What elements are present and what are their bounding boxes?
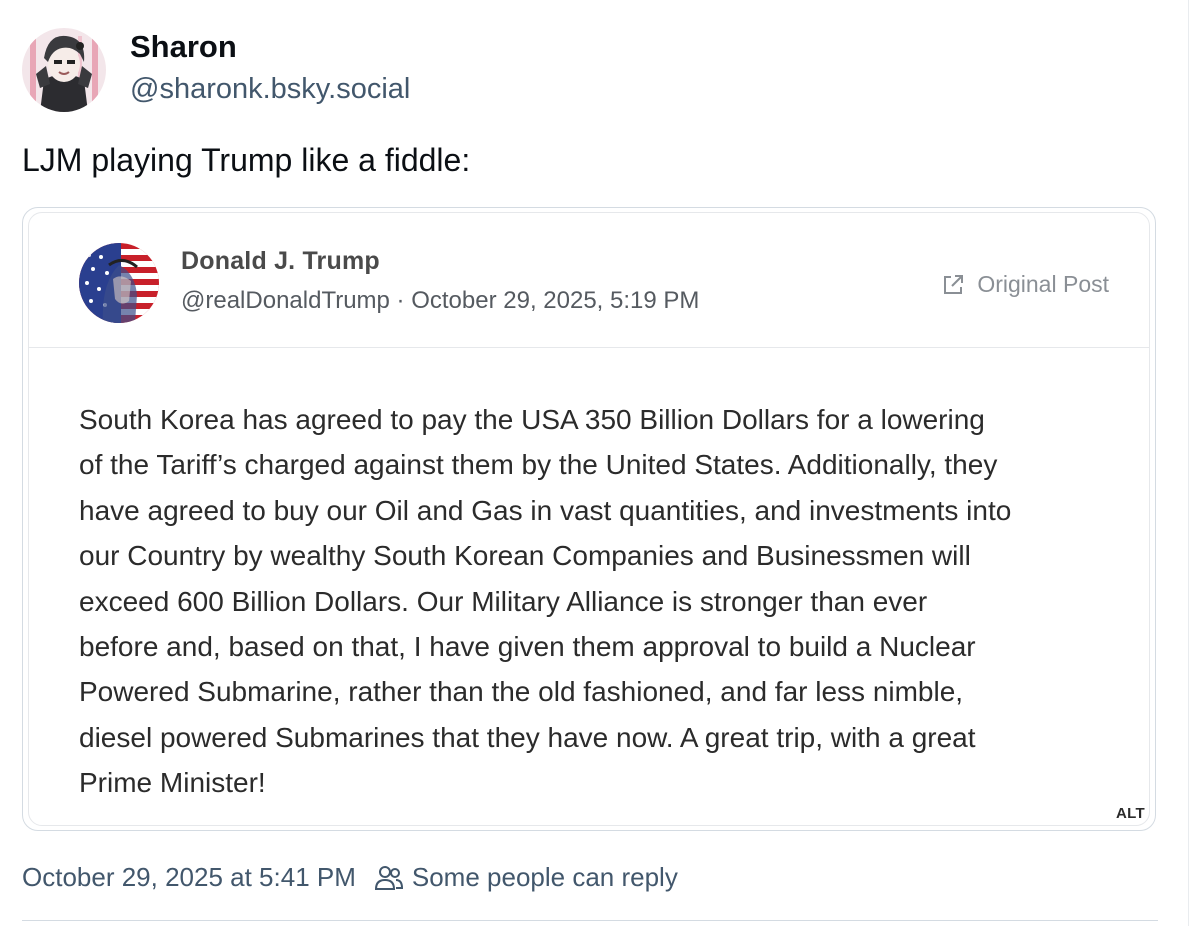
post-page: Sharon @sharonk.bsky.social LJM playing …	[0, 0, 1194, 926]
truth-post-header: Donald J. Trump @realDonaldTrump · Octob…	[29, 213, 1149, 348]
truth-author-meta: @realDonaldTrump · October 29, 2025, 5:1…	[181, 287, 700, 314]
body-line: before and, based on that, I have given …	[79, 631, 976, 663]
alt-text-badge[interactable]: ALT	[1116, 805, 1145, 822]
truth-author-name: Donald J. Trump	[181, 247, 380, 275]
body-line: Prime Minister!	[79, 767, 266, 799]
author-avatar[interactable]	[22, 28, 106, 112]
embedded-image[interactable]: Donald J. Trump @realDonaldTrump · Octob…	[22, 207, 1156, 831]
post-timestamp[interactable]: October 29, 2025 at 5:41 PM	[22, 862, 356, 893]
original-post-link[interactable]: Original Post	[941, 271, 1109, 298]
body-line: Powered Submarine, rather than the old f…	[79, 676, 964, 708]
post-text: LJM playing Trump like a fiddle:	[22, 142, 471, 178]
truth-post-card: Donald J. Trump @realDonaldTrump · Octob…	[28, 212, 1150, 826]
truth-author-avatar	[79, 243, 159, 323]
body-line: South Korea has agreed to pay the USA 35…	[79, 404, 985, 435]
body-line: our Country by wealthy South Korean Comp…	[79, 540, 971, 572]
post-divider	[22, 920, 1158, 921]
scroll-edge	[1188, 0, 1189, 926]
reply-setting[interactable]: Some people can reply	[374, 862, 678, 893]
truth-post-body: South Korea has agreed to pay the USA 35…	[79, 397, 1129, 806]
people-icon	[374, 865, 403, 890]
anime-character-avatar-icon	[22, 28, 106, 112]
body-line: exceed 600 Billion Dollars. Our Military…	[79, 585, 928, 617]
original-post-label: Original Post	[977, 271, 1109, 297]
external-link-icon	[944, 274, 964, 294]
reply-setting-label: Some people can reply	[411, 862, 678, 892]
author-name[interactable]: Sharon	[130, 27, 410, 67]
body-line: diesel powered Submarines that they have…	[79, 721, 976, 753]
body-line: of the Tariff’s charged against them by …	[79, 449, 998, 481]
flag-portrait-avatar-icon	[79, 243, 159, 323]
body-line: have agreed to buy our Oil and Gas in va…	[79, 494, 1012, 526]
post-author[interactable]: Sharon @sharonk.bsky.social	[22, 28, 410, 112]
author-handle[interactable]: @sharonk.bsky.social	[130, 69, 410, 109]
post-footer: October 29, 2025 at 5:41 PM Some people …	[22, 862, 678, 893]
